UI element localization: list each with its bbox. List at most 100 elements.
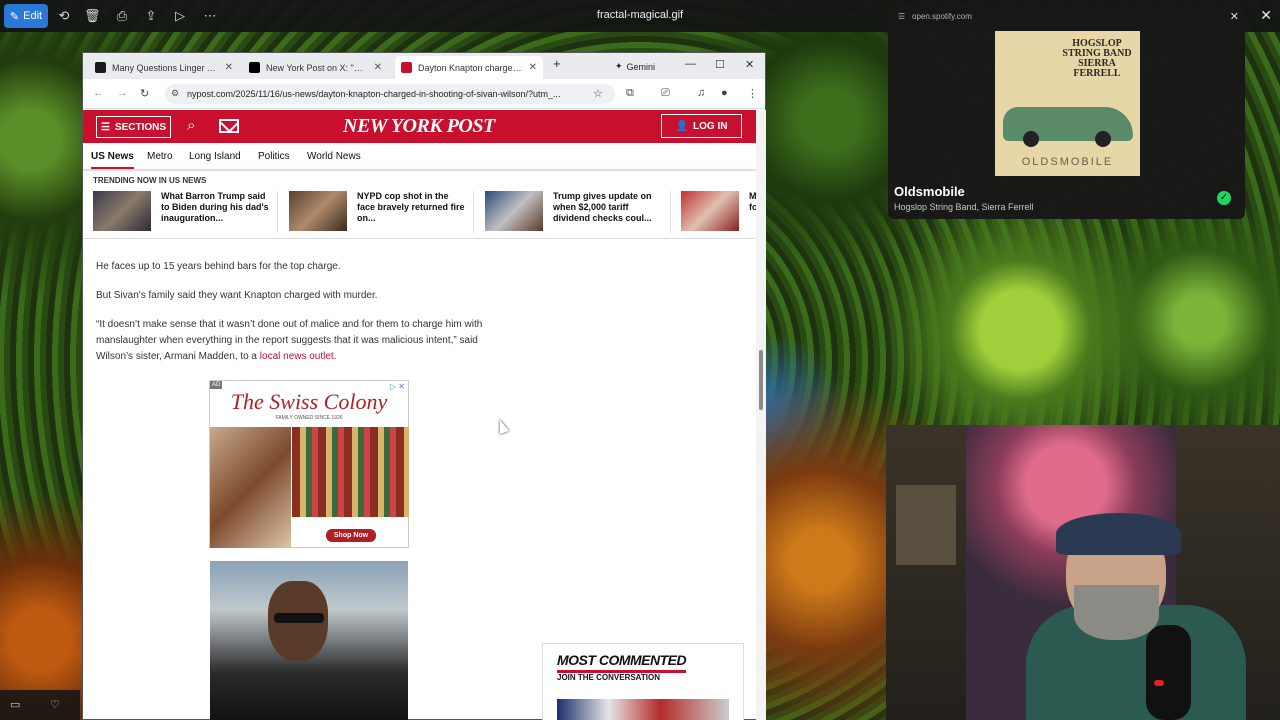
most-commented-module: MOST COMMENTED JOIN THE CONVERSATION	[542, 643, 744, 720]
trending-thumbnail	[485, 191, 543, 231]
album-art: HOGSLOP STRING BAND SIERRA FERRELL OLDSM…	[995, 31, 1140, 176]
trending-headline: NYPD cop shot in the face bravely return…	[357, 191, 465, 223]
close-tab-icon[interactable]: ✕	[225, 62, 233, 73]
back-icon[interactable]: ←	[93, 87, 104, 99]
x-logo-icon	[249, 62, 260, 73]
gemini-icon: ✦	[615, 61, 623, 71]
screenshot-icon[interactable]: ⎚	[661, 87, 670, 100]
minimize-icon[interactable]: —	[685, 58, 696, 70]
login-button[interactable]: 👤 LOG IN	[661, 114, 742, 138]
divider	[277, 191, 278, 233]
webcam-background-window	[896, 485, 956, 565]
forward-icon[interactable]: →	[117, 87, 128, 99]
tab-label: New York Post on X: "Michiga	[266, 62, 368, 73]
bookmark-star-icon[interactable]: ☆	[593, 87, 603, 100]
trending-headline: What Barron Trump said to Biden during h…	[161, 191, 269, 223]
tab-strip: Many Questions Linger After ✕ New York P…	[83, 53, 765, 79]
divider	[473, 191, 474, 233]
more-options-icon[interactable]: ⋯	[202, 8, 218, 24]
url-input[interactable]: nypost.com/2025/11/16/us-news/dayton-kna…	[165, 84, 615, 104]
webcam-person-cap	[1056, 513, 1181, 555]
new-tab-button[interactable]: +	[553, 56, 561, 71]
site-settings-icon[interactable]: ☰	[898, 12, 905, 21]
viewer-bottom-bar: ▭ ♡	[0, 690, 80, 720]
trending-thumbnail	[93, 191, 151, 231]
webcam-microphone	[1146, 625, 1191, 720]
trending-item[interactable]: What Barron Trump said to Biden during h…	[93, 191, 271, 233]
spotify-miniplayer: ☰ open.spotify.com ✕ HOGSLOP STRING BAND…	[888, 5, 1245, 219]
nav-metro[interactable]: Metro	[147, 151, 173, 162]
file-title: fractal-magical.gif	[596, 9, 684, 21]
swiss-colony-ad[interactable]: AD ▷ ✕ The Swiss Colony FAMILY OWNED SIN…	[209, 380, 409, 548]
nav-world-news[interactable]: World News	[307, 151, 361, 162]
trending-headline: Trump gives update on when $2,000 tariff…	[553, 191, 652, 223]
close-viewer-icon[interactable]: ✕	[1260, 7, 1272, 24]
share-icon[interactable]: ⇪	[143, 8, 159, 24]
shop-now-button[interactable]: Shop Now	[326, 529, 376, 542]
trending-item[interactable]: NYPD cop shot in the face bravely return…	[289, 191, 467, 233]
browser-menu-icon[interactable]: ⋮	[747, 87, 758, 100]
track-artists[interactable]: Hogslop String Band, Sierra Ferrell	[894, 202, 1034, 212]
webcam-person-beard	[1074, 585, 1159, 640]
close-miniplayer-icon[interactable]: ✕	[1230, 10, 1239, 23]
media-control-icon[interactable]: ♫	[697, 87, 705, 99]
close-window-icon[interactable]: ✕	[745, 58, 754, 71]
scrollbar-thumb[interactable]	[759, 350, 763, 410]
mic-indicator-light	[1154, 680, 1164, 686]
article-photo	[210, 561, 408, 720]
tab-nypost-x[interactable]: New York Post on X: "Michiga ✕	[243, 56, 388, 79]
slideshow-icon[interactable]: ▷	[172, 8, 188, 24]
track-title[interactable]: Oldsmobile	[894, 184, 965, 199]
page-scrollbar[interactable]	[756, 110, 766, 720]
edit-label: Edit	[23, 10, 43, 22]
maximize-icon[interactable]: ☐	[715, 58, 725, 71]
trending-heading: TRENDING NOW IN US NEWS	[93, 176, 207, 185]
nav-us-news[interactable]: US News	[91, 151, 134, 169]
close-tab-icon[interactable]: ✕	[374, 62, 382, 73]
trending-item[interactable]: Trump gives update on when $2,000 tariff…	[485, 191, 663, 233]
saved-check-icon[interactable]: ✓	[1217, 191, 1231, 205]
tab-dayton-knapton[interactable]: Dayton Knapton charged in sl ✕	[395, 56, 543, 79]
ad-image-gifts	[292, 427, 409, 517]
sections-label: SECTIONS	[114, 121, 167, 133]
filmstrip-icon[interactable]: ▭	[10, 698, 20, 711]
sections-button[interactable]: ☰ SECTIONS	[96, 116, 171, 138]
nav-long-island[interactable]: Long Island	[189, 151, 241, 162]
album-art-band: HOGSLOP STRING BAND SIERRA FERRELL	[1062, 38, 1132, 79]
album-art-wheel	[1095, 131, 1111, 147]
album-art-wheel	[1023, 131, 1039, 147]
spotify-url: open.spotify.com	[912, 12, 972, 21]
nav-politics[interactable]: Politics	[258, 151, 290, 162]
mail-icon[interactable]	[219, 119, 239, 133]
trending-item[interactable]: M fo	[681, 191, 759, 233]
edit-button[interactable]: ✎ Edit	[4, 4, 48, 28]
local-news-link[interactable]: local news outlet	[260, 351, 334, 362]
tab-many-questions[interactable]: Many Questions Linger After ✕	[89, 56, 239, 79]
search-icon[interactable]: ⌕	[187, 117, 195, 134]
quote-end: .	[333, 351, 337, 362]
photo-sunglasses	[274, 613, 324, 623]
extensions-icon[interactable]: ⧉	[626, 87, 634, 100]
rotate-icon[interactable]: ⟲	[56, 8, 72, 24]
edit-icon: ✎	[9, 10, 20, 23]
article-paragraph: “It doesn’t make sense that it wasn’t do…	[96, 317, 516, 365]
print-icon[interactable]: ⎙	[114, 8, 130, 24]
article-paragraph: But Sivan's family said they want Knapto…	[96, 290, 378, 301]
reload-icon[interactable]: ↻	[140, 87, 149, 100]
profile-avatar[interactable]: ●	[721, 87, 728, 99]
user-icon: 👤	[675, 120, 688, 132]
site-info-icon[interactable]: ⚙	[171, 88, 179, 99]
close-tab-icon[interactable]: ✕	[529, 62, 537, 73]
login-label: LOG IN	[693, 120, 728, 132]
favorite-heart-icon[interactable]: ♡	[50, 698, 60, 711]
gemini-button[interactable]: ✦ Gemini	[607, 57, 663, 76]
most-commented-image[interactable]	[557, 699, 729, 720]
ad-tagline: FAMILY OWNED SINCE 1926	[275, 415, 343, 421]
most-commented-title: MOST COMMENTED	[557, 652, 687, 673]
delete-icon[interactable]: 🗑	[84, 8, 101, 24]
nypost-logo[interactable]: NEW YORK POST	[343, 115, 495, 138]
nypost-favicon	[401, 62, 412, 73]
divider	[670, 191, 671, 233]
trending-thumbnail	[681, 191, 739, 231]
tab-label: Many Questions Linger After	[112, 62, 219, 73]
